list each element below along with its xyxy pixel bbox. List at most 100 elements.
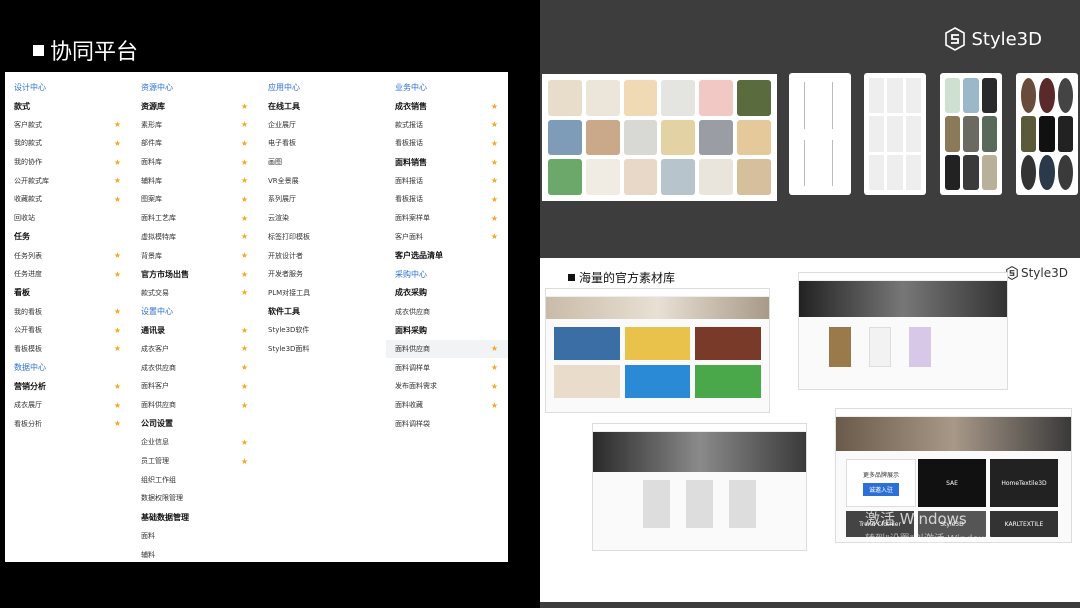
menu-item[interactable]: 面料供应商 ★ [386,339,508,359]
menu-item[interactable]: 软件工具 [259,302,385,321]
star-icon[interactable]: ★ [114,176,131,185]
star-icon[interactable]: ★ [241,251,258,260]
menu-item[interactable]: 图案库 ★ [132,190,258,209]
menu-item[interactable]: 回收站 [5,209,131,228]
star-icon[interactable]: ★ [491,158,508,167]
menu-item[interactable]: 面料销售 ★ [386,153,508,172]
menu-item[interactable]: 面料调样袋 [386,414,508,433]
menu-item[interactable]: 面料收藏 ★ [386,396,508,415]
menu-item[interactable]: 看板分析 ★ [5,414,131,433]
star-icon[interactable]: ★ [241,382,258,391]
menu-item[interactable]: VR全景展 [259,171,385,190]
menu-item[interactable]: 面料案样单 ★ [386,209,508,228]
join-button[interactable]: 诚邀入驻 [862,483,899,496]
menu-item[interactable]: 款式 [5,97,131,116]
menu-item[interactable]: 基础数据管理 [132,508,258,527]
star-icon[interactable]: ★ [491,344,508,353]
star-icon[interactable]: ★ [491,176,508,185]
menu-item[interactable]: 虚拟模特库 ★ [132,228,258,247]
star-icon[interactable]: ★ [491,232,508,241]
star-icon[interactable]: ★ [491,382,508,391]
menu-item[interactable]: 任务列表 ★ [5,246,131,265]
star-icon[interactable]: ★ [241,457,258,466]
menu-item[interactable]: 素形库 ★ [132,115,258,134]
menu-item[interactable]: 成衣销售 ★ [386,97,508,116]
menu-item[interactable]: 云渲染 [259,209,385,228]
star-icon[interactable]: ★ [491,139,508,148]
star-icon[interactable]: ★ [114,139,131,148]
menu-item[interactable]: 发布面料需求 ★ [386,377,508,396]
star-icon[interactable]: ★ [241,344,258,353]
menu-item[interactable]: 电子看板 [259,134,385,153]
menu-item[interactable]: 背景库 ★ [132,246,258,265]
star-icon[interactable]: ★ [241,363,258,372]
star-icon[interactable]: ★ [241,120,258,129]
star-icon[interactable]: ★ [491,120,508,129]
star-icon[interactable]: ★ [114,401,131,410]
menu-item[interactable]: 任务进度 ★ [5,265,131,284]
menu-item[interactable]: 客户款式 ★ [5,115,131,134]
star-icon[interactable]: ★ [114,120,131,129]
star-icon[interactable]: ★ [241,139,258,148]
star-icon[interactable]: ★ [114,344,131,353]
star-icon[interactable]: ★ [114,270,131,279]
star-icon[interactable]: ★ [241,176,258,185]
star-icon[interactable]: ★ [241,158,258,167]
menu-item[interactable]: 标签打印模板 [259,228,385,247]
star-icon[interactable]: ★ [114,158,131,167]
menu-item[interactable]: 面料采购 [386,321,508,340]
menu-item[interactable]: 看板报话 ★ [386,134,508,153]
menu-item[interactable]: 组织工作组 [132,470,258,489]
menu-item[interactable]: 在线工具 [259,97,385,116]
menu-item[interactable]: Style3D软件 [259,321,385,340]
star-icon[interactable]: ★ [241,102,258,111]
star-icon[interactable]: ★ [114,382,131,391]
menu-item[interactable]: 款式报话 ★ [386,115,508,134]
star-icon[interactable]: ★ [241,232,258,241]
menu-item[interactable]: 画图 [259,153,385,172]
menu-item[interactable]: 辅料库 ★ [132,171,258,190]
menu-item[interactable]: 公司设置 [132,414,258,433]
menu-item[interactable]: PLM对接工具 [259,284,385,303]
star-icon[interactable]: ★ [241,270,258,279]
star-icon[interactable]: ★ [114,251,131,260]
star-icon[interactable]: ★ [241,288,258,297]
star-icon[interactable]: ★ [114,419,131,428]
menu-item[interactable]: 任务 [5,228,131,247]
brand-tile[interactable]: HomeTextile3D [990,459,1058,507]
menu-item[interactable]: 面料工艺库 ★ [132,209,258,228]
menu-item[interactable]: 官方市场出售 ★ [132,265,258,284]
menu-item[interactable]: 面料供应商 ★ [132,396,258,415]
star-icon[interactable]: ★ [491,401,508,410]
star-icon[interactable]: ★ [241,195,258,204]
menu-item[interactable]: 成衣展厅 ★ [5,396,131,415]
menu-item[interactable]: 我的款式 ★ [5,134,131,153]
star-icon[interactable]: ★ [491,363,508,372]
menu-item[interactable]: 成衣客户 ★ [132,340,258,359]
star-icon[interactable]: ★ [114,307,131,316]
star-icon[interactable]: ★ [491,195,508,204]
menu-item[interactable]: 面料调样单 ★ [386,358,508,377]
menu-item[interactable]: 数据权限管理 [132,489,258,508]
menu-item[interactable]: 公开看板 ★ [5,321,131,340]
menu-item[interactable]: 看板模板 ★ [5,340,131,359]
menu-item[interactable]: 面料客户 ★ [132,377,258,396]
menu-item[interactable]: 看板报话 ★ [386,190,508,209]
menu-item[interactable]: 企业展厅 [259,115,385,134]
menu-item[interactable]: 收藏款式 ★ [5,190,131,209]
menu-item[interactable]: 我的协作 ★ [5,153,131,172]
menu-item[interactable]: 成衣采购 [386,284,508,303]
menu-item[interactable]: Style3D面料 [259,340,385,359]
menu-item[interactable]: 通讯录 ★ [132,321,258,340]
menu-item[interactable]: 成衣供应商 ★ [132,358,258,377]
join-card[interactable]: 更多品牌展示 诚邀入驻 [846,459,916,507]
menu-item[interactable]: 成衣供应商 [386,302,508,321]
menu-item[interactable]: 面料库 ★ [132,153,258,172]
menu-item[interactable]: 款式交易 ★ [132,284,258,303]
menu-item[interactable]: 辅料 [132,545,258,562]
star-icon[interactable]: ★ [241,326,258,335]
menu-item[interactable]: 部件库 ★ [132,134,258,153]
menu-item[interactable]: 企业信息 ★ [132,433,258,452]
brand-tile[interactable]: SAE [918,459,986,507]
menu-item[interactable]: 开发者服务 [259,265,385,284]
